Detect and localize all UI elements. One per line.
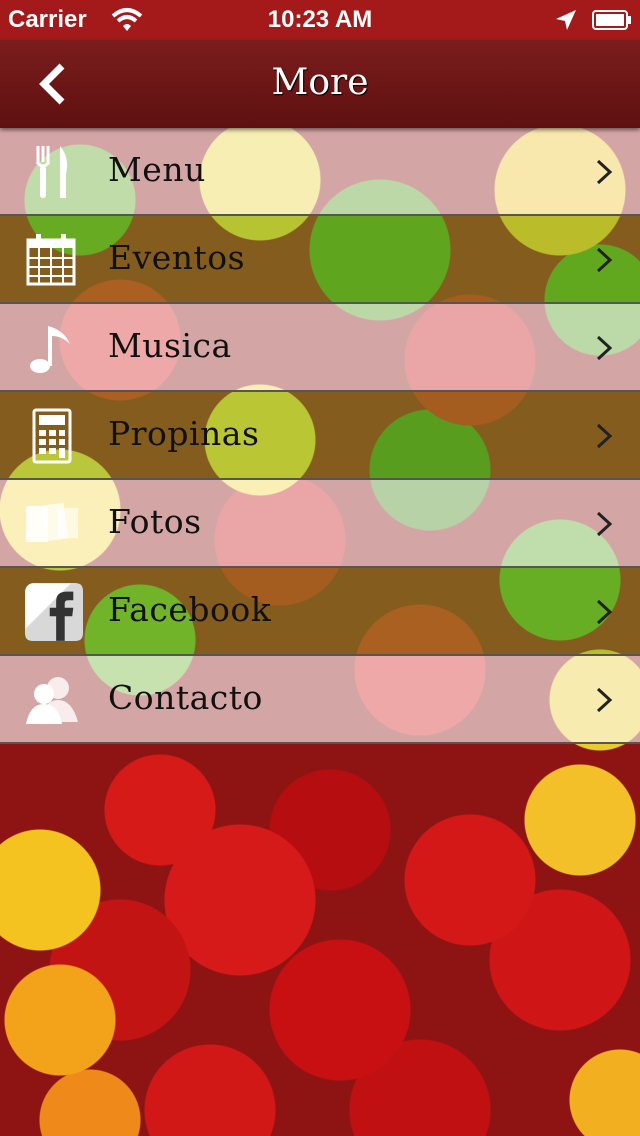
list-item-fotos[interactable]: Fotos — [0, 480, 640, 568]
list-item-contacto[interactable]: Contacto — [0, 656, 640, 744]
list-item-eventos[interactable]: Eventos — [0, 216, 640, 304]
chevron-right-icon — [596, 247, 613, 273]
list-item-label: Eventos — [108, 238, 246, 277]
clock: 10:23 AM — [267, 6, 373, 33]
fork-knife-icon — [35, 146, 68, 198]
navigation-bar: More — [0, 40, 640, 128]
chevron-right-icon — [596, 511, 613, 537]
list-item-label: Menu — [108, 150, 206, 189]
calendar-icon — [26, 234, 76, 286]
chevron-right-icon — [596, 599, 613, 625]
photos-icon — [26, 502, 78, 542]
chevron-right-icon — [596, 687, 613, 713]
list-item-menu[interactable]: Menu — [0, 128, 640, 216]
list-item-label: Musica — [108, 326, 232, 365]
chevron-right-icon — [596, 159, 613, 185]
list-item-label: Propinas — [108, 414, 260, 453]
list-item-musica[interactable]: Musica — [0, 304, 640, 392]
page-title: More — [271, 62, 369, 103]
list-item-facebook[interactable]: Facebook — [0, 568, 640, 656]
more-menu-list: Menu Eventos Musica Propinas Fotos Faceb… — [0, 128, 640, 744]
chevron-right-icon — [596, 335, 613, 361]
location-arrow-icon — [556, 10, 576, 30]
music-note-icon — [30, 326, 70, 373]
battery-icon — [592, 10, 631, 30]
facebook-icon — [25, 583, 83, 641]
list-item-label: Fotos — [108, 502, 202, 541]
list-item-label: Facebook — [108, 590, 272, 629]
list-item-propinas[interactable]: Propinas — [0, 392, 640, 480]
calculator-icon — [32, 408, 72, 464]
status-bar: Carrier 10:23 AM — [0, 0, 640, 40]
chevron-right-icon — [596, 423, 613, 449]
contacts-icon — [26, 677, 78, 724]
list-item-label: Contacto — [108, 678, 263, 717]
